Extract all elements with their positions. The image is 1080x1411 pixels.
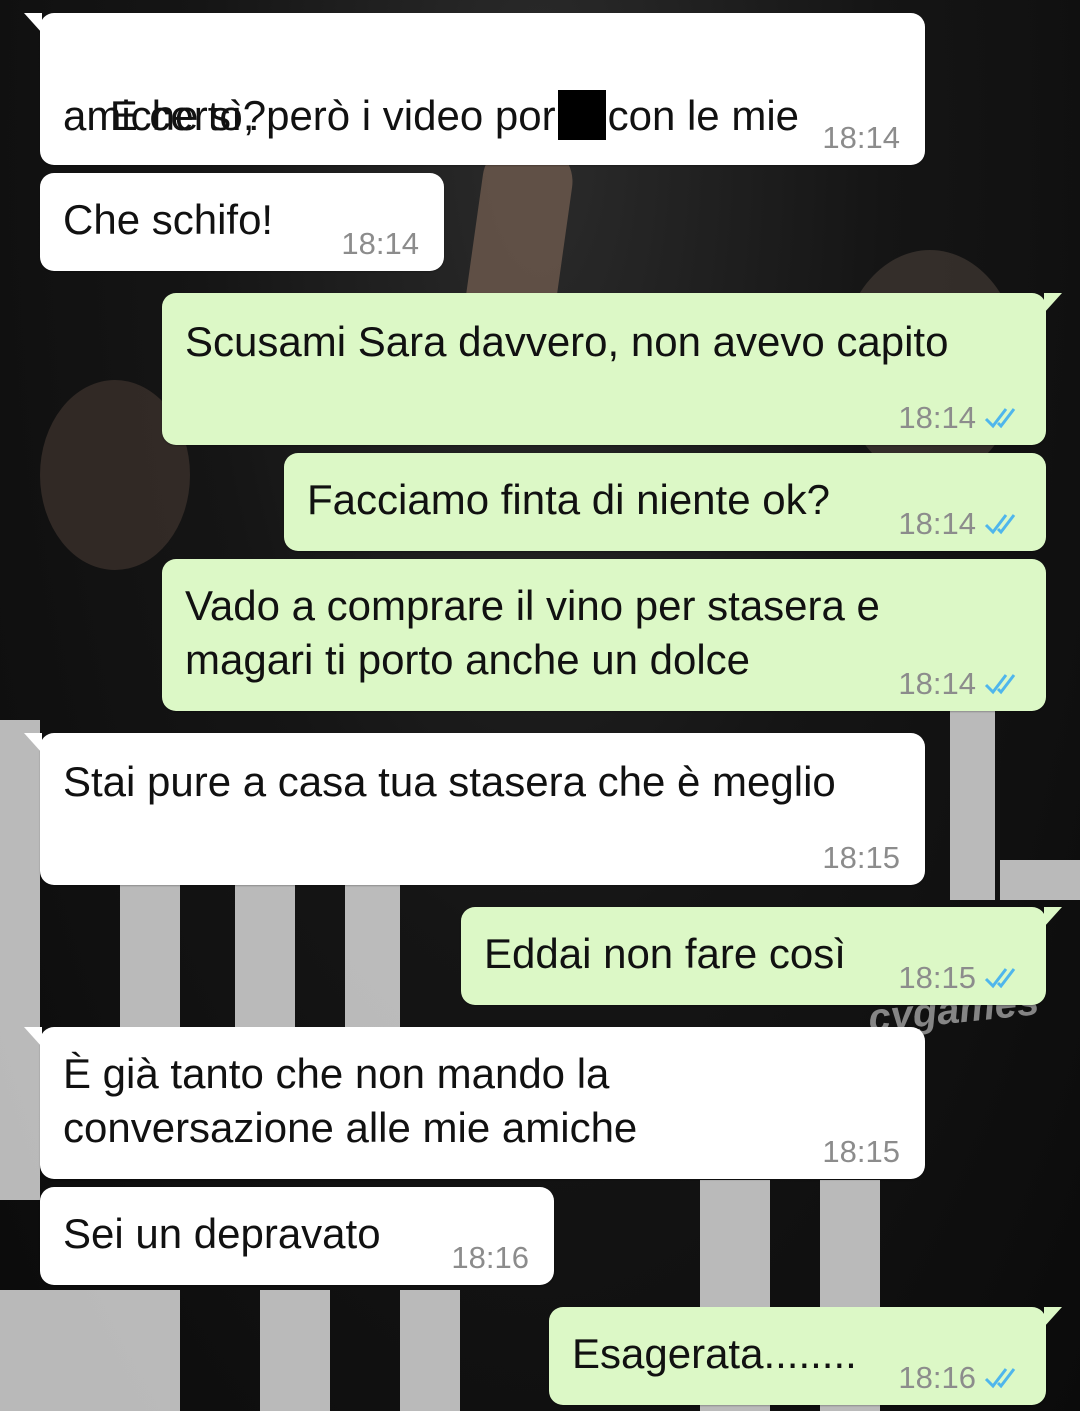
message-outgoing[interactable]: Esagerata........ 18:16 — [549, 1307, 1062, 1405]
message-meta: 18:15 — [822, 1125, 900, 1179]
message-incoming[interactable]: E certo, però i video por con le mie amic… — [24, 13, 925, 165]
message-time: 18:14 — [341, 226, 419, 261]
message-text: Eddai non fare così — [484, 930, 846, 977]
double-check-icon — [984, 1368, 1016, 1389]
message-outgoing[interactable]: Vado a comprare il vino per stasera e ma… — [162, 559, 1046, 711]
message-time: 18:15 — [822, 840, 900, 875]
wallpaper-stripe — [1000, 860, 1080, 900]
message-meta: 18:14 — [341, 217, 419, 271]
message-meta: 18:16 — [451, 1231, 529, 1285]
message-meta: 18:14 — [898, 391, 1024, 445]
message-incoming[interactable]: Che schifo! 18:14 — [40, 173, 444, 271]
message-incoming[interactable]: Sei un depravato 18:16 — [40, 1187, 554, 1285]
message-meta: 18:14 — [822, 111, 900, 165]
message-outgoing[interactable]: Eddai non fare così 18:15 — [461, 907, 1062, 1005]
message-incoming[interactable]: Stai pure a casa tua stasera che è megli… — [24, 733, 925, 885]
message-outgoing[interactable]: Facciamo finta di niente ok? 18:14 — [284, 453, 1046, 551]
redaction-block — [557, 90, 606, 140]
message-text: Facciamo finta di niente ok? — [307, 476, 830, 523]
message-incoming[interactable]: È già tanto che non mando la conversazio… — [24, 1027, 925, 1179]
message-text: amiche sì? — [63, 92, 267, 139]
message-text: Sei un depravato — [63, 1210, 381, 1257]
message-time: 18:14 — [898, 400, 976, 435]
wallpaper-stripe — [260, 1290, 330, 1411]
double-check-icon — [984, 514, 1016, 535]
message-text: È già tanto che non mando la — [63, 1050, 610, 1097]
message-outgoing[interactable]: Scusami Sara davvero, non avevo capito 1… — [162, 293, 1062, 445]
double-check-icon — [984, 968, 1016, 989]
message-time: 18:14 — [822, 120, 900, 155]
message-text: Stai pure a casa tua stasera che è megli… — [63, 758, 836, 805]
wallpaper-stripe — [0, 720, 40, 1200]
message-text: Esagerata........ — [572, 1330, 857, 1377]
wallpaper-stripe — [950, 700, 995, 900]
message-time: 18:14 — [898, 506, 976, 541]
message-text: Scusami Sara davvero, non avevo capito — [185, 318, 949, 365]
wallpaper-stripe — [0, 1290, 180, 1411]
double-check-icon — [984, 674, 1016, 695]
message-time: 18:15 — [822, 1134, 900, 1169]
message-meta: 18:14 — [898, 657, 1024, 711]
message-time: 18:14 — [898, 666, 976, 701]
message-text: magari ti porto anche un dolce — [185, 636, 751, 683]
message-meta: 18:16 — [898, 1351, 1024, 1405]
message-time: 18:16 — [898, 1360, 976, 1395]
double-check-icon — [984, 408, 1016, 429]
message-text-part: con le mie — [607, 92, 800, 139]
message-time: 18:15 — [898, 960, 976, 995]
wallpaper-stripe — [235, 880, 295, 1040]
message-meta: 18:15 — [822, 831, 900, 885]
message-meta: 18:14 — [898, 497, 1024, 551]
message-text: Che schifo! — [63, 196, 274, 243]
message-text: conversazione alle mie amiche — [63, 1104, 638, 1151]
wallpaper-stripe — [345, 880, 400, 1040]
wallpaper-stripe — [400, 1290, 460, 1411]
message-text: Vado a comprare il vino per stasera e — [185, 582, 880, 629]
message-time: 18:16 — [451, 1240, 529, 1275]
message-meta: 18:15 — [898, 951, 1024, 1005]
wallpaper-stripe — [120, 880, 180, 1040]
